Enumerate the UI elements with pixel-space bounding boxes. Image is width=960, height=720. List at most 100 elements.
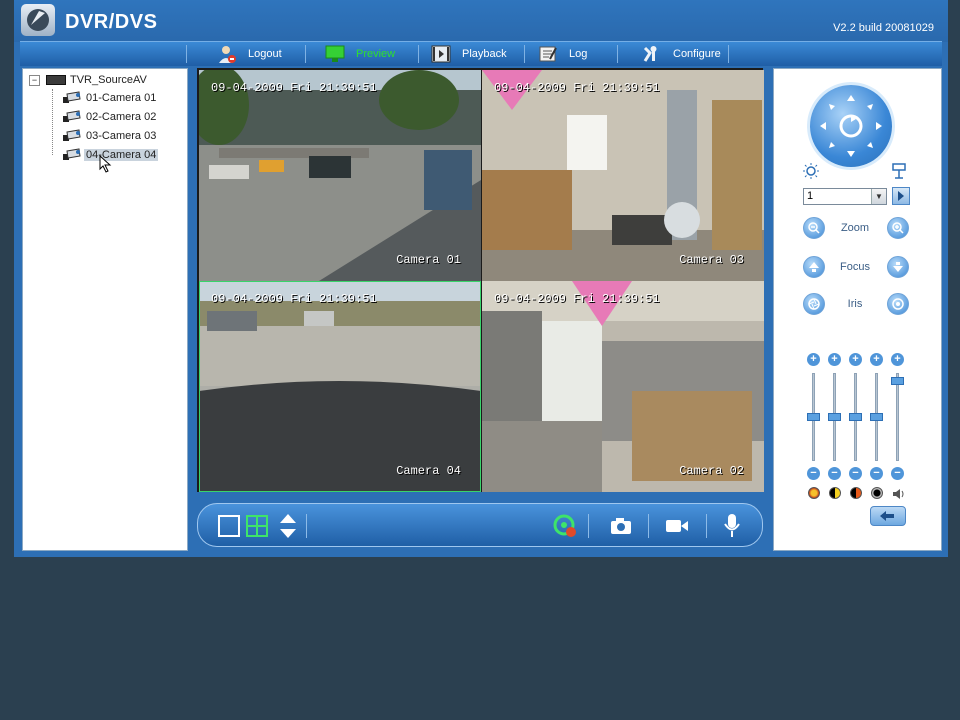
back-arrow-icon <box>880 511 894 521</box>
menu-preview[interactable]: Preview <box>324 42 395 66</box>
back-button[interactable] <box>870 506 906 526</box>
up-down-arrows-icon <box>280 514 296 538</box>
tree-item-label: 01-Camera 01 <box>86 92 157 104</box>
iris-open-button[interactable] <box>887 293 909 315</box>
light-icon[interactable] <box>802 162 820 185</box>
ptz-direction-pad[interactable] <box>810 85 892 167</box>
increase-button[interactable]: + <box>849 353 862 366</box>
tree-root[interactable]: − TVR_SourceAV <box>29 74 147 86</box>
decrease-button[interactable]: − <box>891 467 904 480</box>
camera-feed-warehouse <box>482 281 764 492</box>
video-view-3[interactable]: 09-04-2009 Fri 21:39:51 Camera 04 <box>199 281 481 492</box>
decrease-button[interactable]: − <box>849 467 862 480</box>
menu-playback[interactable]: Playback <box>430 42 507 66</box>
menu-label: Configure <box>673 48 721 60</box>
tree-connector <box>52 89 54 155</box>
saturation-icon <box>850 487 862 499</box>
view-timestamp: 09-04-2009 Fri 21:39:51 <box>494 81 660 95</box>
menu-logout[interactable]: Logout <box>216 42 282 66</box>
menu-separator <box>418 45 419 63</box>
tree-item-camera-01[interactable]: 01-Camera 01 <box>63 90 158 106</box>
contrast-slider[interactable]: + − <box>824 353 846 487</box>
iris-close-button[interactable] <box>803 293 825 315</box>
increase-button[interactable]: + <box>807 353 820 366</box>
record-icon <box>553 514 576 537</box>
tree-item-label: 02-Camera 02 <box>86 111 157 123</box>
log-icon <box>537 44 559 64</box>
video-view-1[interactable]: 09-04-2009 Fri 21:39:51 Camera 01 <box>199 70 481 281</box>
tree-item-camera-02[interactable]: 02-Camera 02 <box>63 109 158 125</box>
slider-thumb[interactable] <box>828 413 841 421</box>
increase-button[interactable]: + <box>870 353 883 366</box>
device-tree: − TVR_SourceAV 01-Camera 01 02-Camera 02… <box>22 68 188 551</box>
collapse-icon[interactable]: − <box>29 74 40 86</box>
title-bar: DVR/DVS V2.2 build 20081029 <box>14 0 948 42</box>
increase-button[interactable]: + <box>828 353 841 366</box>
video-view-2[interactable]: 09-04-2009 Fri 21:39:51 Camera 03 <box>482 70 764 281</box>
configure-icon <box>641 44 663 64</box>
menu-configure[interactable]: Configure <box>641 42 721 66</box>
layout-2x2-button[interactable] <box>246 513 268 539</box>
menu-separator <box>617 45 618 63</box>
camera-feed-lot-corner <box>199 281 481 492</box>
layout-1x1-button[interactable] <box>218 513 240 539</box>
page-up-down-button[interactable] <box>278 513 298 539</box>
video-camera-icon <box>666 520 688 532</box>
slider-thumb[interactable] <box>891 377 904 385</box>
camera-snapshot-icon <box>611 518 631 534</box>
brightness-slider[interactable]: + − <box>803 353 825 487</box>
hue-slider[interactable]: + − <box>866 353 888 487</box>
focus-near-button[interactable] <box>803 256 825 278</box>
zoom-out-button[interactable] <box>803 217 825 239</box>
contrast-icon <box>829 487 841 499</box>
increase-button[interactable]: + <box>891 353 904 366</box>
dvr-device-icon <box>46 75 66 85</box>
camera-feed-parking-lot <box>199 70 481 281</box>
view-camera-label: Camera 01 <box>396 253 461 267</box>
talk-button[interactable] <box>722 513 742 539</box>
slider-thumb[interactable] <box>870 413 883 421</box>
focus-far-button[interactable] <box>887 256 909 278</box>
menu-separator <box>305 45 306 63</box>
goto-preset-button[interactable] <box>892 187 910 205</box>
version-label: V2.2 build 20081029 <box>833 22 934 34</box>
zoom-in-button[interactable] <box>887 217 909 239</box>
tree-root-label: TVR_SourceAV <box>70 74 147 86</box>
saturation-slider[interactable]: + − <box>845 353 867 487</box>
logout-icon <box>216 44 238 64</box>
decrease-button[interactable]: − <box>807 467 820 480</box>
quad-view-icon <box>246 515 268 537</box>
camera-icon <box>63 129 81 143</box>
speaker-icon <box>892 487 905 505</box>
video-record-button[interactable] <box>664 513 690 539</box>
decrease-button[interactable]: − <box>828 467 841 480</box>
view-timestamp: 09-04-2009 Fri 21:39:51 <box>211 292 377 306</box>
zoom-label: Zoom <box>840 222 870 234</box>
camera-icon <box>63 91 81 105</box>
video-view-4[interactable]: 09-04-2009 Fri 21:39:51 Camera 02 <box>482 281 764 492</box>
record-button[interactable] <box>552 513 578 539</box>
iris-open-icon <box>892 298 904 310</box>
direction-arrows-icon <box>820 95 882 157</box>
menu-label: Preview <box>356 48 396 60</box>
single-view-icon <box>218 515 240 537</box>
preset-value: 1 <box>807 190 814 202</box>
menu-label: Logout <box>248 48 282 60</box>
volume-slider[interactable]: + − <box>887 353 909 487</box>
view-camera-label: Camera 04 <box>396 464 461 478</box>
dropdown-arrow-icon[interactable]: ▼ <box>871 189 886 204</box>
slider-thumb[interactable] <box>849 413 862 421</box>
preview-icon <box>324 44 346 64</box>
toolbar-separator <box>648 514 649 538</box>
toolbar-separator <box>706 514 707 538</box>
wiper-icon[interactable] <box>890 162 908 185</box>
preview-toolbar <box>197 503 763 547</box>
decrease-button[interactable]: − <box>870 467 883 480</box>
iris-label: Iris <box>847 298 863 310</box>
menu-log[interactable]: Log <box>537 42 587 66</box>
slider-thumb[interactable] <box>807 413 820 421</box>
snapshot-button[interactable] <box>609 513 633 539</box>
app-title: DVR/DVS <box>65 11 158 33</box>
preset-select[interactable]: 1 ▼ <box>803 188 887 205</box>
tree-item-camera-03[interactable]: 03-Camera 03 <box>63 128 158 144</box>
